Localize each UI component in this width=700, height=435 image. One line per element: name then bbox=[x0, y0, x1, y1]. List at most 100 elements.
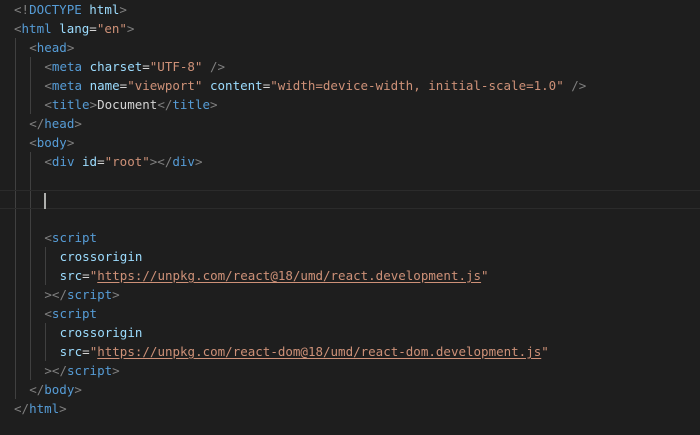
code-token: crossorigin bbox=[59, 249, 143, 264]
code-token: src bbox=[59, 344, 83, 359]
indent-guide bbox=[15, 95, 16, 114]
indent-guide bbox=[30, 57, 32, 76]
indent-guide bbox=[15, 380, 16, 399]
indent-guide bbox=[30, 76, 32, 95]
code-token: = bbox=[142, 59, 150, 74]
indent-guide bbox=[15, 133, 16, 152]
code-token: ></ bbox=[44, 363, 67, 378]
code-token: ></ bbox=[44, 287, 67, 302]
code-token: head bbox=[44, 116, 75, 131]
code-line[interactable]: </body> bbox=[14, 380, 700, 399]
indent-guide bbox=[30, 247, 32, 266]
indent-guide bbox=[30, 304, 32, 323]
code-token: head bbox=[36, 40, 67, 55]
line-content: <title>Document</title> bbox=[14, 95, 217, 114]
indent-guide bbox=[30, 95, 32, 114]
code-line[interactable]: src= "https://unpkg.com/react@18/umd/reac… bbox=[14, 266, 700, 285]
code-token: DOCTYPE bbox=[29, 2, 82, 17]
code-line[interactable]: </html> bbox=[14, 399, 700, 418]
indent-guide bbox=[15, 76, 16, 95]
code-line[interactable]: crossorigin bbox=[14, 323, 700, 342]
code-token: </ bbox=[29, 382, 45, 397]
indent-guide bbox=[15, 209, 16, 228]
indent-guide bbox=[15, 114, 16, 133]
code-token: html bbox=[29, 401, 60, 416]
code-line[interactable]: <meta name="viewport" content="width=dev… bbox=[14, 76, 700, 95]
line-content: <body> bbox=[14, 133, 74, 152]
code-line[interactable] bbox=[0, 190, 700, 209]
code-line[interactable] bbox=[14, 171, 700, 190]
code-token: id bbox=[82, 154, 98, 169]
code-token: "root" bbox=[104, 154, 150, 169]
code-token: /> bbox=[571, 78, 587, 93]
url-link[interactable]: https://unpkg.com/react@18/umd/react.dev… bbox=[97, 268, 481, 283]
code-line[interactable]: ></script> bbox=[14, 361, 700, 380]
code-token: name bbox=[89, 78, 120, 93]
indent-guide bbox=[15, 228, 16, 247]
code-token: > bbox=[74, 116, 82, 131]
url-link[interactable]: https://unpkg.com/react-dom@18/umd/react… bbox=[97, 344, 541, 359]
indent-guide bbox=[15, 247, 16, 266]
code-line[interactable]: ></script> bbox=[14, 285, 700, 304]
code-token: < bbox=[44, 59, 52, 74]
indent-guide bbox=[15, 266, 16, 285]
indent-guide bbox=[45, 342, 47, 361]
code-token: "UTF-8" bbox=[149, 59, 203, 74]
code-line[interactable]: <meta charset="UTF-8" /> bbox=[14, 57, 700, 76]
code-token: < bbox=[44, 154, 52, 169]
code-token: div bbox=[51, 154, 75, 169]
line-content: <head> bbox=[14, 38, 74, 57]
code-token: </ bbox=[29, 116, 45, 131]
code-token: < bbox=[29, 135, 37, 150]
code-line[interactable]: <div id="root"></div> bbox=[14, 152, 700, 171]
line-content: <meta charset="UTF-8" /> bbox=[14, 57, 225, 76]
code-token: lang bbox=[59, 21, 90, 36]
code-token: script bbox=[66, 287, 113, 302]
code-token: body bbox=[44, 382, 75, 397]
code-token: > bbox=[112, 287, 120, 302]
code-token: < bbox=[44, 306, 52, 321]
code-token: ></ bbox=[149, 154, 173, 169]
code-line[interactable]: </head> bbox=[14, 114, 700, 133]
code-token: > bbox=[112, 363, 120, 378]
code-token: title bbox=[172, 97, 211, 112]
indent-guide bbox=[30, 342, 32, 361]
code-token: div bbox=[172, 154, 195, 169]
code-token: < bbox=[44, 78, 52, 93]
code-line[interactable]: <title>Document</title> bbox=[14, 95, 700, 114]
code-token: < bbox=[44, 230, 52, 245]
line-content: <script bbox=[14, 304, 97, 323]
code-line[interactable]: <!DOCTYPE html> bbox=[14, 0, 700, 19]
line-content: <!DOCTYPE html> bbox=[14, 0, 127, 19]
code-line[interactable]: <html lang="en"> bbox=[14, 19, 700, 38]
code-token: meta bbox=[51, 59, 83, 74]
code-line[interactable] bbox=[14, 209, 700, 228]
code-line[interactable]: crossorigin bbox=[14, 247, 700, 266]
code-line[interactable]: <head> bbox=[14, 38, 700, 57]
code-token: > bbox=[119, 2, 127, 17]
code-token: script bbox=[66, 363, 113, 378]
code-line[interactable]: <script bbox=[14, 304, 700, 323]
code-line[interactable]: <body> bbox=[14, 133, 700, 152]
indent-guide bbox=[30, 152, 32, 171]
line-content: crossorigin bbox=[14, 323, 143, 342]
code-line[interactable]: src= "https://unpkg.com/react-dom@18/umd/… bbox=[14, 342, 700, 361]
code-token: "width=device-width, initial-scale=1.0" bbox=[270, 78, 564, 93]
code-token: crossorigin bbox=[59, 325, 143, 340]
code-line[interactable]: <script bbox=[14, 228, 700, 247]
indent-guide bbox=[15, 57, 16, 76]
code-lines[interactable]: <!DOCTYPE html> <html lang="en"> <head> <me… bbox=[0, 0, 700, 418]
code-token: "viewport" bbox=[127, 78, 203, 93]
code-editor[interactable]: <!DOCTYPE html> <html lang="en"> <head> <me… bbox=[0, 0, 700, 435]
code-token: = bbox=[97, 154, 105, 169]
code-token: charset bbox=[89, 59, 143, 74]
text-cursor bbox=[44, 192, 47, 209]
code-token: </ bbox=[157, 97, 173, 112]
code-token: src bbox=[59, 268, 83, 283]
indent-guide bbox=[15, 171, 16, 190]
indent-guide bbox=[30, 266, 32, 285]
code-token: Document bbox=[97, 97, 158, 112]
